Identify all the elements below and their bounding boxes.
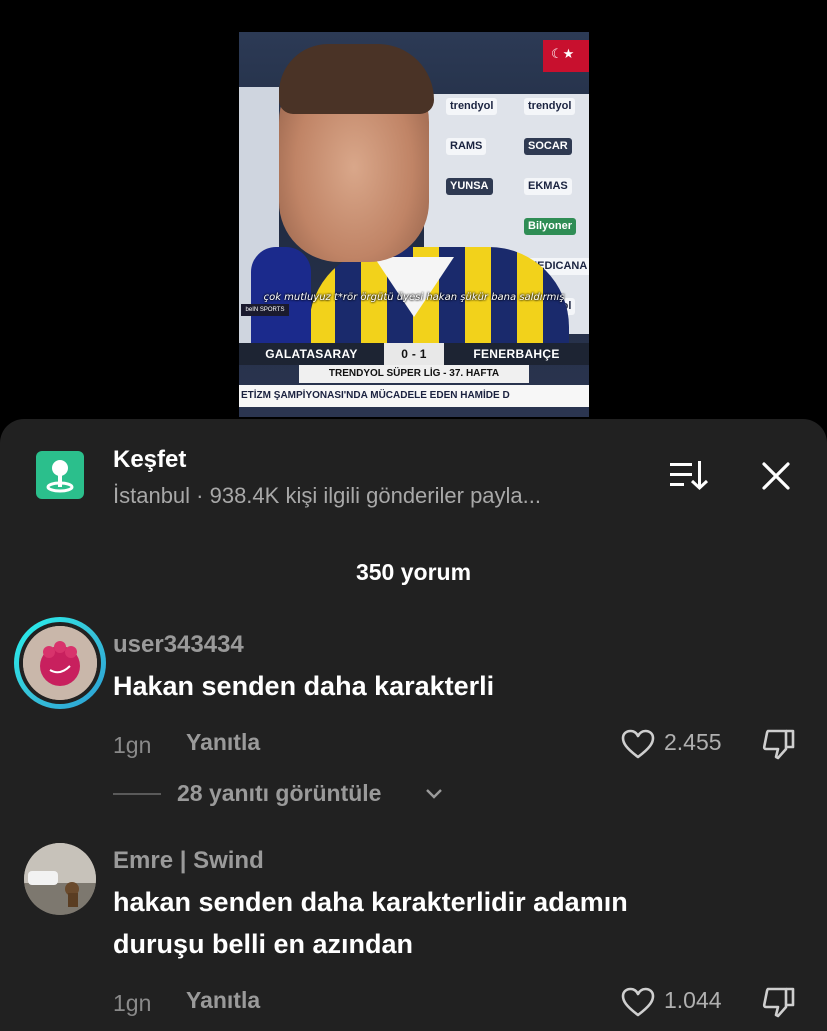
home-team: GALATASARAY — [265, 347, 358, 361]
comment-username[interactable]: Emre | Swind — [113, 847, 264, 875]
dislike-icon[interactable] — [760, 985, 798, 1019]
match-score: 0 - 1 — [384, 343, 444, 365]
comments-sheet: Keşfet İstanbul · 938.4K kişi ilgili gön… — [0, 419, 827, 1031]
close-icon[interactable] — [757, 457, 795, 495]
chevron-down-icon — [426, 789, 442, 799]
avatar[interactable] — [14, 617, 106, 709]
sponsor-logo: YUNSA — [446, 178, 493, 195]
comment-text: Hakan senden daha karakterli — [113, 671, 495, 701]
comment-text-line-2: duruşu belli en azından — [113, 929, 414, 959]
player-hair — [279, 44, 434, 114]
like-count: 2.455 — [664, 729, 722, 755]
away-team: FENERBAHÇE — [473, 347, 560, 361]
reply-button[interactable]: Yanıtla — [186, 987, 260, 1014]
explore-subtitle[interactable]: İstanbul · 938.4K kişi ilgili gönderiler… — [113, 483, 633, 509]
sponsor-logo: EKMAS — [524, 178, 572, 195]
news-ticker: ETİZM ŞAMPİYONASI'NDA MÜCADELE EDEN HAMİ… — [239, 385, 589, 407]
league-label: TRENDYOL SÜPER LİG - 37. HAFTA — [299, 365, 529, 383]
sponsor-logo: trendyol — [524, 98, 576, 115]
dislike-icon[interactable] — [760, 727, 798, 761]
scoreboard: GALATASARAY 0 - 1 FENERBAHÇE — [239, 343, 589, 365]
reply-button[interactable]: Yanıtla — [186, 729, 260, 756]
sponsor-logo: RAMS — [446, 138, 487, 155]
video-subtitle: çok mutluyuz t*rör örgütü üyesi hakan şü… — [263, 292, 565, 303]
microphone-tag: beIN SPORTS — [241, 304, 289, 316]
comment-time: 1gn — [113, 732, 152, 758]
comment-username[interactable]: user343434 — [113, 631, 244, 659]
sponsor-logo: Bilyoner — [524, 218, 577, 235]
sponsor-logo: SOCAR — [524, 138, 572, 155]
sort-icon[interactable] — [664, 457, 710, 493]
map-pin-icon[interactable] — [36, 451, 84, 499]
avatar[interactable] — [24, 843, 96, 915]
comment-count: 350 yorum — [355, 559, 472, 585]
explore-title[interactable]: Keşfet — [113, 446, 186, 474]
flower-avatar-icon — [23, 626, 97, 700]
street-photo-avatar-icon — [24, 843, 96, 915]
turkish-flag-icon — [543, 40, 589, 72]
replies-divider — [113, 793, 161, 795]
heart-icon[interactable] — [620, 986, 656, 1018]
heart-icon[interactable] — [620, 728, 656, 760]
view-replies-button[interactable]: 28 yanıtı görüntüle — [177, 780, 381, 807]
comment-text-line-1: hakan senden daha karakterlidir adamın — [113, 887, 628, 917]
video-thumbnail[interactable]: trendyol trendyol RAMS SOCAR YUNSA EKMAS… — [239, 32, 589, 417]
comment-time: 1gn — [113, 990, 152, 1016]
sponsor-logo: trendyol — [446, 98, 498, 115]
like-count: 1.044 — [664, 987, 722, 1013]
